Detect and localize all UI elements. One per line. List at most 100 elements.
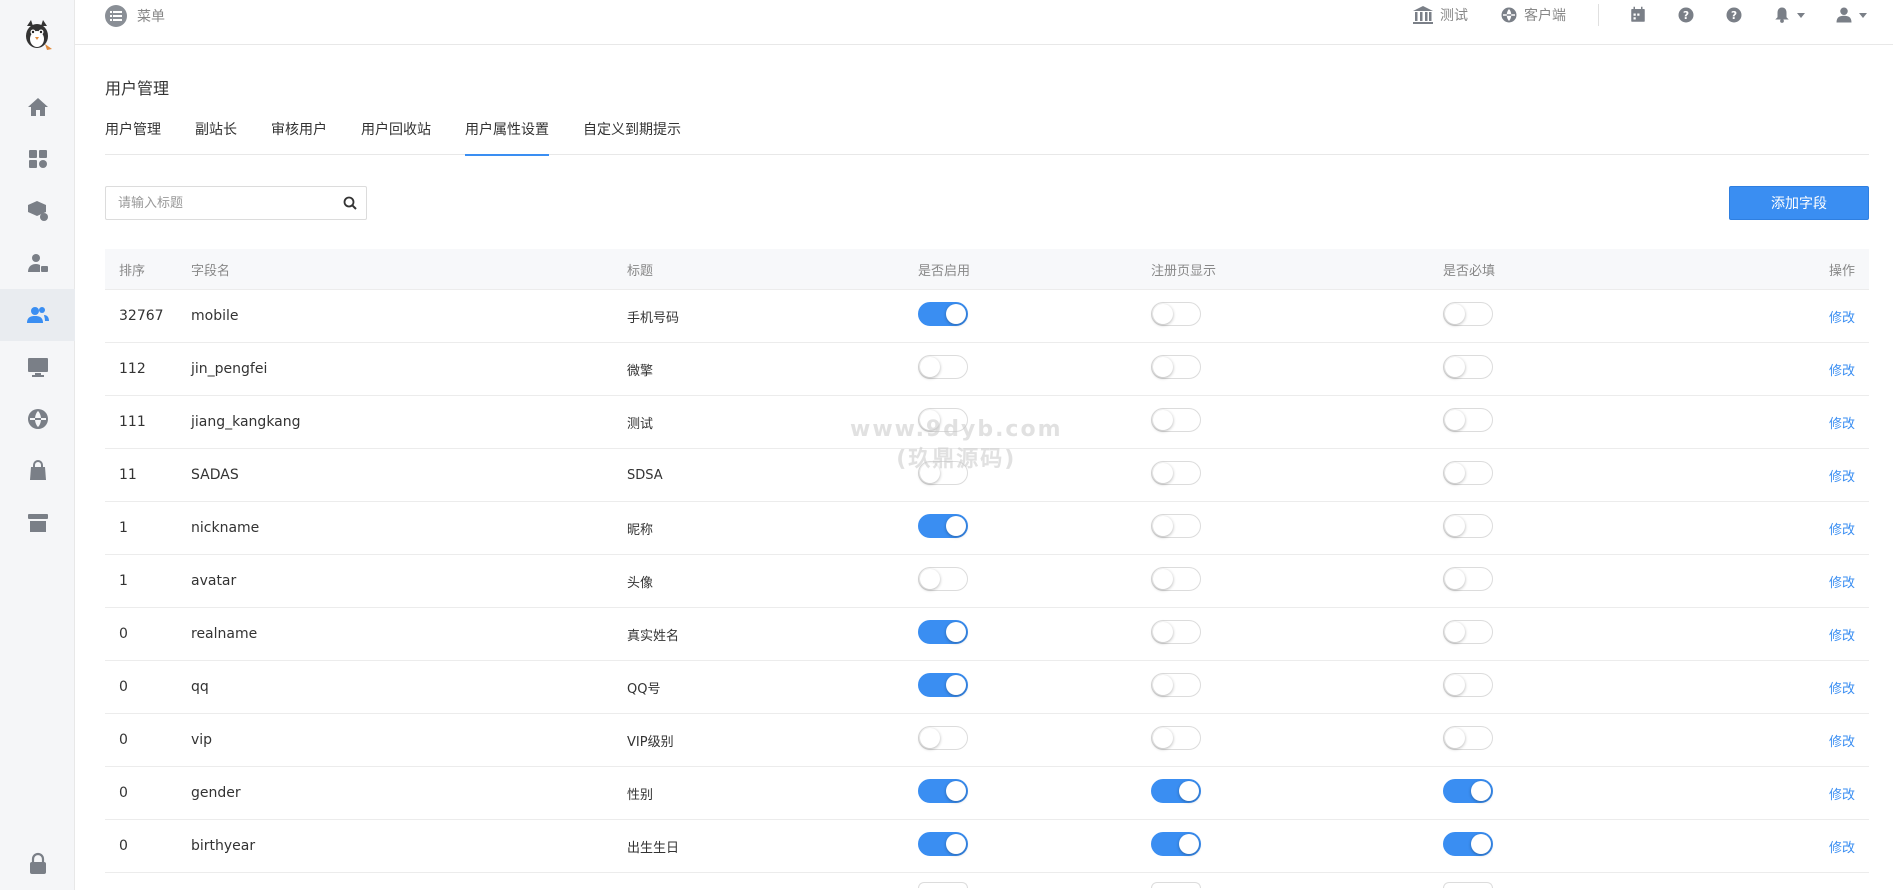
tab-user-management[interactable]: 用户管理	[105, 119, 161, 155]
required-toggle[interactable]	[1443, 567, 1493, 591]
cell-field-name: mobile	[191, 308, 239, 324]
edit-link[interactable]: 修改	[1829, 311, 1855, 326]
cell-enabled	[918, 726, 1151, 754]
cell-sort: 111	[119, 414, 146, 430]
register-display-toggle[interactable]	[1151, 620, 1201, 644]
edit-link[interactable]: 修改	[1829, 470, 1855, 485]
tab-user-attribute-settings[interactable]: 用户属性设置	[465, 119, 549, 156]
sidebar-item-modules[interactable]	[0, 185, 75, 237]
required-toggle[interactable]	[1443, 302, 1493, 326]
table-row: 1 avatar 头像 修改	[105, 555, 1869, 608]
sidebar-item-users[interactable]	[0, 289, 75, 341]
toggle-switch[interactable]	[1443, 882, 1493, 888]
edit-link[interactable]: 修改	[1829, 364, 1855, 379]
menu-label: 菜单	[137, 9, 165, 25]
register-display-toggle[interactable]	[1151, 673, 1201, 697]
notifications-button[interactable]	[1773, 6, 1805, 24]
enabled-toggle[interactable]	[918, 673, 968, 697]
calendar-button[interactable]	[1629, 6, 1647, 24]
enabled-toggle[interactable]	[918, 461, 968, 485]
add-field-button[interactable]: 添加字段	[1729, 186, 1869, 220]
toggle-knob	[946, 516, 966, 536]
sidebar-item-shop[interactable]	[0, 497, 75, 549]
edit-link[interactable]: 修改	[1829, 523, 1855, 538]
user-menu-button[interactable]	[1835, 6, 1867, 24]
edit-link[interactable]: 修改	[1829, 417, 1855, 432]
toggle-switch[interactable]	[918, 882, 968, 888]
required-toggle[interactable]	[1443, 832, 1493, 856]
tab-review-users[interactable]: 审核用户	[271, 119, 327, 155]
sidebar-item-store[interactable]	[0, 445, 75, 497]
required-toggle[interactable]	[1443, 620, 1493, 644]
search-input[interactable]	[106, 187, 334, 219]
fields-table: 排序 字段名 标题 是否启用 注册页显示 是否必填 操作 32767 mobile…	[105, 249, 1869, 890]
cell-enabled	[918, 514, 1151, 542]
enabled-toggle[interactable]	[918, 514, 968, 538]
sidebar-item-permissions[interactable]	[0, 237, 75, 289]
sidebar-item-platform[interactable]	[0, 341, 75, 393]
required-toggle[interactable]	[1443, 355, 1493, 379]
enabled-toggle[interactable]	[918, 355, 968, 379]
enabled-toggle[interactable]	[918, 567, 968, 591]
enabled-toggle[interactable]	[918, 726, 968, 750]
required-toggle[interactable]	[1443, 461, 1493, 485]
register-display-toggle[interactable]	[1151, 779, 1201, 803]
edit-link[interactable]: 修改	[1829, 788, 1855, 803]
toggle-knob	[946, 834, 966, 854]
help-button[interactable]: ?	[1725, 6, 1743, 24]
enabled-toggle[interactable]	[918, 779, 968, 803]
register-display-toggle[interactable]	[1151, 726, 1201, 750]
required-toggle[interactable]	[1443, 408, 1493, 432]
register-display-toggle[interactable]	[1151, 408, 1201, 432]
toggle-switch[interactable]	[1151, 882, 1201, 888]
header-title: 标题	[627, 263, 654, 279]
register-display-toggle[interactable]	[1151, 832, 1201, 856]
tab-custom-expiry-notice[interactable]: 自定义到期提示	[583, 119, 681, 155]
sidebar-item-sites[interactable]	[0, 393, 75, 445]
menu-toggle-button[interactable]: 菜单	[105, 5, 165, 27]
search-button[interactable]	[334, 187, 366, 219]
enabled-toggle[interactable]	[918, 408, 968, 432]
cell-operation: 修改	[1758, 413, 1869, 432]
enabled-toggle[interactable]	[918, 302, 968, 326]
edit-link[interactable]: 修改	[1829, 576, 1855, 591]
search-box	[105, 186, 367, 220]
required-toggle[interactable]	[1443, 726, 1493, 750]
register-display-toggle[interactable]	[1151, 514, 1201, 538]
cell-enabled	[918, 673, 1151, 701]
cell-required	[1443, 673, 1758, 701]
edit-link[interactable]: 修改	[1829, 682, 1855, 697]
required-toggle[interactable]	[1443, 673, 1493, 697]
cell-title: VIP级别	[627, 734, 674, 750]
globe-icon	[27, 409, 48, 429]
edit-link[interactable]: 修改	[1829, 841, 1855, 856]
sidebar-item-lock[interactable]	[0, 838, 75, 890]
tab-user-recycle-bin[interactable]: 用户回收站	[361, 119, 431, 155]
required-toggle[interactable]	[1443, 514, 1493, 538]
tab-deputy-admin[interactable]: 副站长	[195, 119, 237, 155]
help-button[interactable]: ?	[1677, 6, 1695, 24]
cell-operation: 修改	[1758, 784, 1869, 803]
cell-enabled	[918, 355, 1151, 383]
enabled-toggle[interactable]	[918, 832, 968, 856]
register-display-toggle[interactable]	[1151, 355, 1201, 379]
cell-sort: 1	[119, 573, 128, 589]
cell-title: 真实姓名	[627, 628, 680, 644]
enabled-toggle[interactable]	[918, 620, 968, 644]
sidebar-item-apps[interactable]	[0, 133, 75, 185]
logo[interactable]	[17, 14, 57, 54]
cell-enabled	[918, 567, 1151, 595]
register-display-toggle[interactable]	[1151, 302, 1201, 326]
cell-enabled	[918, 302, 1151, 330]
required-toggle[interactable]	[1443, 779, 1493, 803]
topbar-link-client[interactable]: 客户端	[1500, 5, 1566, 25]
edit-link[interactable]: 修改	[1829, 629, 1855, 644]
topbar-link-test[interactable]: 测试	[1412, 5, 1468, 25]
cell-field-name: qq	[191, 679, 209, 695]
register-display-toggle[interactable]	[1151, 461, 1201, 485]
edit-link[interactable]: 修改	[1829, 735, 1855, 750]
sidebar-item-home[interactable]	[0, 81, 75, 133]
toggle-knob	[1445, 516, 1465, 536]
cell-sort: 32767	[119, 308, 164, 324]
register-display-toggle[interactable]	[1151, 567, 1201, 591]
